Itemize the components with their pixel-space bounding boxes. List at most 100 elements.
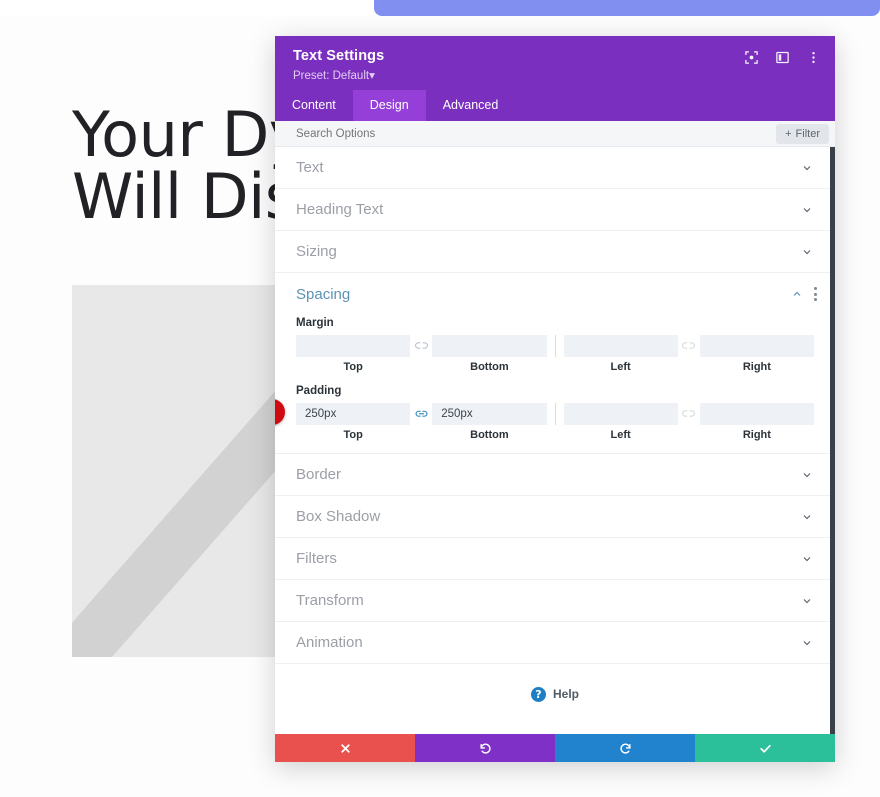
chain-broken-icon — [414, 342, 428, 349]
section-text[interactable]: Text — [275, 147, 835, 189]
screen: Your Dynamic Content Will Display Here T… — [0, 0, 880, 797]
more-options-icon[interactable] — [806, 50, 821, 65]
panel-scrollbar[interactable] — [830, 147, 835, 734]
padding-left-label: Left — [610, 429, 631, 441]
margin-vertical-pair: Top Bottom — [296, 335, 547, 373]
section-transform-label: Transform — [296, 592, 364, 609]
chevron-down-icon — [803, 472, 811, 477]
modal-tabs: Content Design Advanced — [275, 90, 835, 121]
padding-label: Padding — [296, 385, 342, 397]
section-heading-text[interactable]: Heading Text — [275, 189, 835, 231]
section-border[interactable]: Border — [275, 454, 835, 496]
padding-horizontal-link-icon[interactable] — [678, 407, 700, 437]
padding-fields: 1 Top Bottom — [275, 399, 835, 441]
chevron-down-icon — [803, 249, 811, 254]
section-animation[interactable]: Animation — [275, 622, 835, 664]
padding-top-label: Top — [343, 429, 363, 441]
filter-button[interactable]: + Filter — [776, 123, 829, 144]
section-spacing: Spacing Margin Top Bottom Left Right Pad… — [275, 273, 835, 454]
padding-horizontal-pair: Left Right — [563, 403, 814, 441]
padding-left-cell: Left — [563, 403, 678, 441]
modal-header-icons — [744, 50, 821, 65]
margin-top-input[interactable] — [296, 335, 411, 357]
padding-right-label: Right — [742, 429, 771, 441]
tab-content[interactable]: Content — [275, 90, 353, 121]
cancel-button[interactable] — [275, 734, 415, 762]
section-text-label: Text — [296, 159, 324, 176]
margin-right-label: Right — [742, 361, 771, 373]
margin-horizontal-link-icon[interactable] — [678, 339, 700, 369]
focus-icon[interactable] — [744, 50, 759, 65]
chevron-up-icon[interactable] — [791, 288, 803, 300]
padding-bottom-cell: Bottom — [432, 403, 547, 441]
padding-top-input[interactable] — [296, 403, 411, 425]
section-filters-label: Filters — [296, 550, 337, 567]
padding-left-input[interactable] — [563, 403, 678, 425]
preset-label: Preset: Default — [293, 70, 370, 82]
modal-header: Text Settings Preset: Default▾ — [275, 36, 835, 90]
redo-button[interactable] — [555, 734, 695, 762]
padding-divider — [554, 403, 556, 425]
margin-bottom-label: Bottom — [470, 361, 509, 373]
section-spacing-header-icons — [791, 287, 817, 301]
section-box-shadow[interactable]: Box Shadow — [275, 496, 835, 538]
redo-icon — [619, 743, 631, 754]
chain-broken-icon — [682, 342, 696, 349]
section-filters[interactable]: Filters — [275, 538, 835, 580]
padding-top-cell: Top — [296, 403, 411, 441]
undo-button[interactable] — [415, 734, 555, 762]
text-settings-modal: Text Settings Preset: Default▾ Content D… — [275, 36, 835, 762]
padding-vertical-pair: Top Bottom — [296, 403, 547, 441]
help-link[interactable]: ? Help — [275, 664, 835, 724]
section-box-shadow-label: Box Shadow — [296, 508, 381, 525]
margin-right-input[interactable] — [699, 335, 814, 357]
padding-bottom-label: Bottom — [470, 429, 509, 441]
modal-footer — [275, 734, 835, 762]
modal-title: Text Settings — [293, 48, 385, 64]
margin-bottom-input[interactable] — [432, 335, 547, 357]
padding-vertical-link-icon[interactable] — [410, 407, 432, 437]
margin-left-input[interactable] — [563, 335, 678, 357]
tab-design[interactable]: Design — [352, 90, 426, 121]
section-spacing-label: Spacing — [296, 285, 351, 303]
step-marker-badge: 1 — [275, 399, 285, 425]
plus-icon: + — [785, 127, 792, 140]
margin-horizontal-pair: Left Right — [563, 335, 814, 373]
save-button[interactable] — [695, 734, 835, 762]
close-icon — [340, 743, 350, 753]
margin-fields: Top Bottom Left Right — [275, 335, 835, 373]
chevron-down-icon — [803, 556, 811, 561]
undo-icon — [479, 743, 491, 754]
filter-button-label: Filter — [795, 127, 820, 140]
preset-caret-icon: ▾ — [369, 70, 375, 82]
question-mark-icon: ? — [530, 686, 546, 702]
padding-bottom-input[interactable] — [432, 403, 547, 425]
padding-right-cell: Right — [699, 403, 814, 441]
margin-left-cell: Left — [563, 335, 678, 373]
margin-left-label: Left — [610, 361, 631, 373]
tab-advanced[interactable]: Advanced — [426, 90, 516, 121]
chain-broken-icon — [682, 410, 696, 417]
margin-vertical-link-icon[interactable] — [410, 339, 432, 369]
chevron-down-icon — [803, 598, 811, 603]
section-animation-label: Animation — [296, 634, 363, 651]
options-scroll-area[interactable]: Text Heading Text Sizing Spacing Margin … — [275, 147, 835, 734]
search-input[interactable] — [296, 127, 636, 140]
section-sizing[interactable]: Sizing — [275, 231, 835, 273]
preset-selector[interactable]: Preset: Default▾ — [293, 68, 817, 82]
section-heading-text-label: Heading Text — [296, 201, 384, 218]
chevron-down-icon — [803, 640, 811, 645]
help-label: Help — [552, 687, 579, 701]
chevron-down-icon — [803, 207, 811, 212]
chevron-down-icon — [803, 514, 811, 519]
spacing-more-options-icon[interactable] — [814, 287, 817, 301]
section-transform[interactable]: Transform — [275, 580, 835, 622]
chevron-down-icon — [803, 165, 811, 170]
margin-top-label: Top — [343, 361, 363, 373]
section-spacing-header[interactable]: Spacing — [275, 273, 835, 315]
section-sizing-label: Sizing — [296, 243, 337, 260]
padding-right-input[interactable] — [699, 403, 814, 425]
layout-icon[interactable] — [775, 50, 790, 65]
chain-linked-icon — [415, 410, 428, 417]
margin-top-cell: Top — [296, 335, 411, 373]
